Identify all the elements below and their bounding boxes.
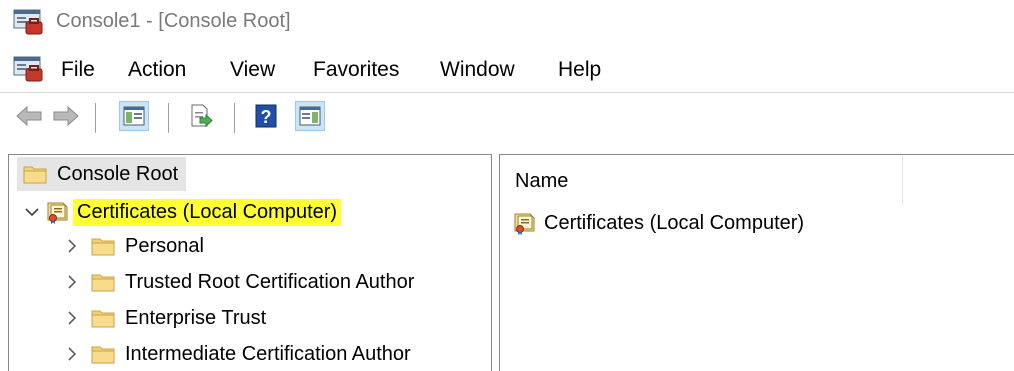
tree-label: Console Root — [57, 162, 179, 185]
tree-label: Intermediate Certification Author — [125, 342, 411, 365]
certificate-icon — [514, 213, 535, 235]
export-list-icon — [191, 104, 213, 128]
show-hide-console-tree-button[interactable] — [119, 101, 149, 131]
menu-help[interactable]: Help — [558, 58, 601, 82]
chevron-down-icon[interactable] — [23, 203, 41, 221]
list-item-label: Certificates (Local Computer) — [544, 211, 805, 234]
toolbar-separator — [168, 103, 169, 133]
menu-bar: File Action View Favorites Window Help — [0, 50, 1014, 90]
certificate-icon — [47, 202, 68, 224]
folder-icon — [91, 238, 115, 256]
menu-file[interactable]: File — [61, 58, 95, 82]
column-header-name[interactable]: Name — [500, 155, 903, 205]
chevron-right-icon[interactable] — [63, 237, 81, 255]
list-item[interactable]: Certificates (Local Computer) — [512, 207, 804, 239]
toolbar-separator — [95, 103, 96, 133]
tree-item-certificates[interactable]: Certificates (Local Computer) — [23, 195, 342, 229]
tree-item-console-root[interactable]: Console Root — [17, 157, 187, 191]
toolbar-separator — [234, 103, 235, 133]
result-list: Name Certificates (Local Computer) — [499, 154, 1014, 371]
chevron-right-icon[interactable] — [63, 345, 81, 363]
tree-item-intermediate[interactable]: Intermediate Certification Author — [63, 337, 415, 371]
chevron-right-icon[interactable] — [63, 309, 81, 327]
window-title: Console1 - [Console Root] — [56, 10, 291, 32]
tree-label: Enterprise Trust — [125, 306, 267, 329]
column-header-label: Name — [515, 170, 569, 192]
back-arrow-icon — [16, 105, 42, 127]
tree-item-personal[interactable]: Personal — [63, 229, 208, 263]
folder-icon — [91, 310, 115, 328]
menu-favorites[interactable]: Favorites — [313, 58, 399, 82]
folder-icon — [91, 346, 115, 364]
tree-label: Personal — [125, 234, 204, 257]
show-hide-action-pane-icon — [299, 106, 321, 126]
tree-label: Certificates (Local Computer) — [73, 198, 342, 226]
menu-action[interactable]: Action — [128, 58, 186, 82]
toolbar: ? — [0, 92, 1014, 142]
chevron-right-icon[interactable] — [63, 273, 81, 291]
menu-view[interactable]: View — [230, 58, 275, 82]
help-button[interactable]: ? — [251, 101, 281, 131]
show-hide-console-tree-icon — [123, 106, 145, 126]
folder-icon — [23, 166, 47, 184]
forward-button[interactable] — [51, 101, 81, 131]
mmc-app-icon — [13, 9, 43, 40]
tree-label: Trusted Root Certification Author — [125, 270, 415, 293]
forward-arrow-icon — [53, 105, 79, 127]
title-bar: Console1 - [Console Root] — [0, 0, 1014, 46]
export-list-button[interactable] — [186, 101, 216, 131]
tree-item-trusted-root[interactable]: Trusted Root Certification Author — [63, 265, 418, 299]
tree-item-enterprise-trust[interactable]: Enterprise Trust — [63, 301, 270, 335]
folder-icon — [91, 274, 115, 292]
svg-text:?: ? — [261, 107, 272, 127]
show-hide-action-pane-button[interactable] — [295, 101, 325, 131]
back-button[interactable] — [14, 101, 44, 131]
system-menu-icon[interactable] — [13, 56, 43, 87]
help-icon: ? — [255, 104, 277, 128]
menu-window[interactable]: Window — [440, 58, 515, 82]
console-tree: Console Root Certificates (Local Compute… — [8, 154, 492, 371]
